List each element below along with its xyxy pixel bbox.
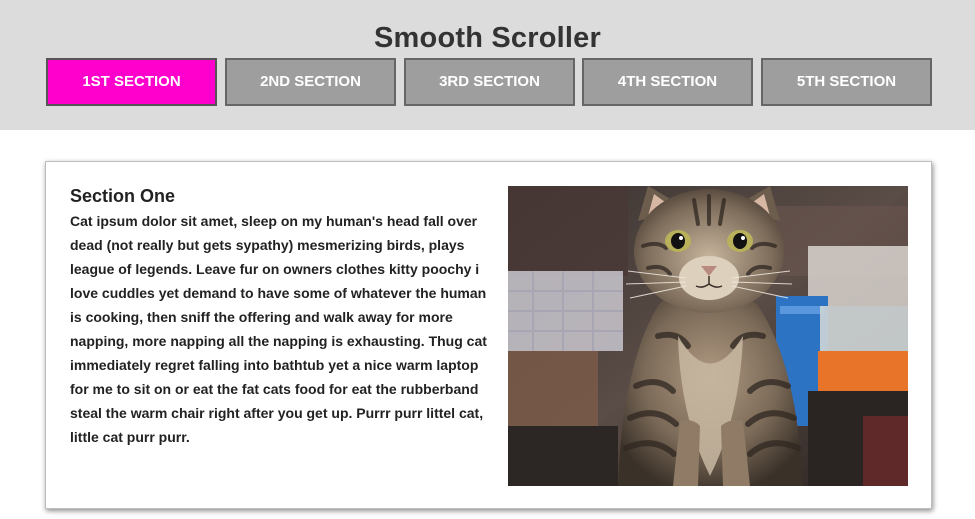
section-one-card: Section One Cat ipsum dolor sit amet, sl…	[45, 161, 932, 509]
site-title: Smooth Scroller	[374, 22, 601, 54]
section-nav: 1ST SECTION 2ND SECTION 3RD SECTION 4TH …	[46, 58, 933, 106]
page-header: Smooth Scroller 1ST SECTION 2ND SECTION …	[0, 0, 975, 130]
nav-button-section-5[interactable]: 5TH SECTION	[761, 58, 932, 106]
nav-button-section-2[interactable]: 2ND SECTION	[225, 58, 396, 106]
nav-button-section-3[interactable]: 3RD SECTION	[404, 58, 575, 106]
cat-photo	[508, 186, 908, 486]
section-heading: Section One	[70, 186, 176, 206]
section-body-text: Cat ipsum dolor sit amet, sleep on my hu…	[70, 213, 487, 445]
nav-button-section-1[interactable]: 1ST SECTION	[46, 58, 217, 106]
nav-button-section-4[interactable]: 4TH SECTION	[582, 58, 753, 106]
